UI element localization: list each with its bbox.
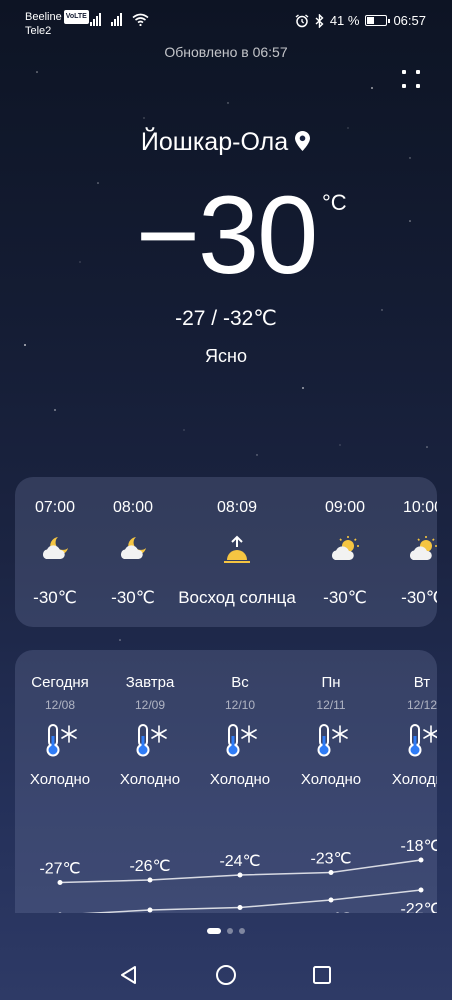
page-dot[interactable] [207,928,221,934]
hourly-item: 10:00 -30℃ [383,477,437,627]
low-temperature-point [58,912,62,913]
temperature-trend-chart: -27℃-26℃-24℃-23℃-18℃-32℃-30℃-29℃-26℃-22℃ [39,838,437,913]
location-pin-icon [295,131,311,151]
moon-cloud-icon [120,537,146,559]
hour-time: 08:00 [112,499,154,516]
recents-button[interactable] [311,964,333,986]
low-temperature-label: -26℃ [310,911,351,913]
hourly-item: 08:09 Восход солнца [170,477,304,627]
hour-time: 07:00 [34,499,76,516]
high-temperature-point [328,870,334,875]
hour-temp: -30℃ [111,588,155,607]
temperature-unit: °C [322,190,347,215]
temperature-value: −30 [135,174,319,297]
page-indicator [0,928,452,934]
page-dot[interactable] [227,928,233,934]
sun-cloud-icon [409,536,437,560]
hourly-forecast-card[interactable]: 07:00 -30℃ 08:00 -30℃ 08:09 Восход солнц… [15,477,437,627]
daily-forecast-card[interactable]: Сегодня 12/08 Холодно Завтра 12/09 Холодно Вс 1… [15,650,437,913]
low-temperature-label: -22℃ [400,901,437,913]
menu-button[interactable] [402,70,422,90]
hourly-item: 07:00 -30℃ [15,477,95,627]
alarm-icon [295,13,309,27]
location-title[interactable]: Йошкар-Ола [0,128,452,157]
battery-percent: 41 % [329,13,360,28]
back-button[interactable] [118,964,140,986]
status-time: 06:57 [393,13,426,28]
city-name: Йошкар-Ола [140,128,289,156]
navigation-bar [0,950,452,1000]
status-bar: Beeline VoLTE Tele2 41 % 06:57 [0,0,452,40]
sunrise-icon [224,535,250,563]
page-dot[interactable] [239,928,245,934]
hour-temp: Восход солнца [178,588,296,607]
high-temperature-label: -26℃ [129,858,170,875]
high-temperature-point [147,877,153,883]
bluetooth-icon [315,13,324,28]
battery-icon [365,15,391,26]
high-temperature-label: -18℃ [400,838,437,855]
hourly-item: 09:00 -30℃ [305,477,385,627]
sun-cloud-icon [331,536,359,560]
home-button[interactable] [215,964,237,986]
hour-temp: -30℃ [323,588,367,607]
high-temperature-point [237,872,243,878]
hourly-item: 08:00 -30℃ [93,477,173,627]
moon-cloud-icon [42,537,68,559]
hour-temp: -30℃ [33,588,77,607]
hour-time: 10:00 [402,499,437,516]
hour-temp: -30℃ [401,588,437,607]
signal-indicators [90,12,149,26]
updated-time: Обновлено в 06:57 [164,44,288,60]
high-temperature-label: -24℃ [219,853,260,870]
temperature-range: -27 / -32℃ [175,307,277,330]
low-temperature-point [147,907,153,913]
signal-strength-icon [111,12,122,26]
low-temperature-point [237,905,243,910]
current-temperature: −30 °C [0,172,452,299]
hour-time: 09:00 [324,499,366,516]
status-right: 41 % 06:57 [295,13,426,28]
carrier-name-1: Beeline [25,11,62,23]
weather-condition: Ясно [205,346,247,366]
hour-time: 08:09 [216,499,258,516]
carrier-name-2: Tele2 [25,25,52,37]
high-temperature-label: -27℃ [39,861,80,878]
low-temperature-point [328,897,334,903]
high-temperature-point [418,857,424,863]
volte-badge: VoLTE [63,10,89,24]
wifi-icon [132,13,149,26]
signal-strength-icon [90,12,101,26]
high-temperature-point [57,880,63,885]
high-temperature-label: -23℃ [310,851,351,868]
carrier-info: Beeline VoLTE Tele2 [25,10,89,38]
low-temperature-point [418,887,424,893]
